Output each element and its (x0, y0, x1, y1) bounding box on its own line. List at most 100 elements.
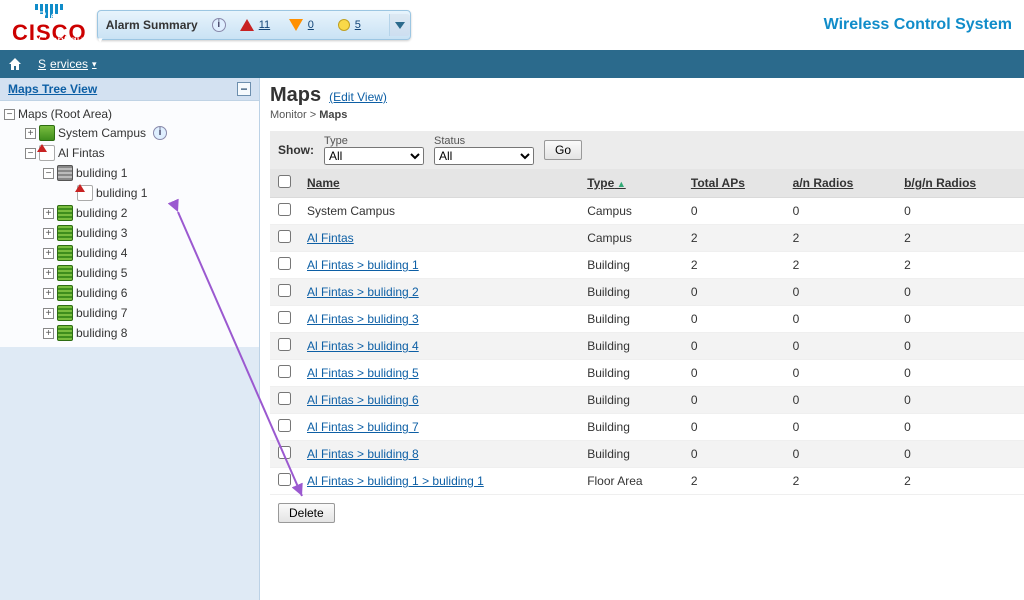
floor-g-icon (57, 325, 73, 341)
col-header-b-g-n-radios[interactable]: b/g/n Radios (896, 169, 1024, 198)
map-link[interactable]: Al Fintas > buliding 3 (307, 312, 419, 326)
cell-bgn: 2 (896, 468, 1024, 495)
table-row: Al Fintas > buliding 2Building000 (270, 279, 1024, 306)
select-all-checkbox[interactable] (278, 175, 291, 188)
alarm-critical[interactable]: 11 (240, 19, 275, 31)
row-checkbox[interactable] (278, 230, 291, 243)
tree-title-link[interactable]: Maps Tree View (8, 82, 97, 96)
collapse-sidebar-button[interactable]: − (237, 82, 251, 96)
row-checkbox[interactable] (278, 311, 291, 324)
map-link[interactable]: Al Fintas > buliding 1 (307, 258, 419, 272)
cell-bgn: 0 (896, 198, 1024, 225)
tree-header: Maps Tree View − (0, 78, 259, 101)
row-checkbox[interactable] (278, 365, 291, 378)
table-row: Al Fintas > buliding 1 > buliding 1 Floor… (270, 468, 1024, 495)
map-link[interactable]: Al Fintas > buliding 4 (307, 339, 419, 353)
expand-toggle-icon[interactable]: − (43, 168, 54, 179)
status-filter-select[interactable]: All (434, 147, 534, 165)
col-header-name[interactable]: Name (299, 169, 579, 198)
alarm-major[interactable]: 0 (289, 19, 324, 31)
row-checkbox[interactable] (278, 203, 291, 216)
tree-node-label: System Campus (58, 126, 146, 140)
table-row: Al Fintas > buliding 1Building222 (270, 252, 1024, 279)
nav-item-services[interactable]: Services ▾ (28, 52, 137, 76)
house-icon (7, 56, 23, 72)
tree-node[interactable]: +buliding 6 (4, 283, 255, 303)
map-link[interactable]: Al Fintas > buliding 7 (307, 420, 419, 434)
expand-toggle-icon[interactable]: + (43, 288, 54, 299)
expand-toggle-icon[interactable]: − (25, 148, 36, 159)
tree-node[interactable]: +buliding 8 (4, 323, 255, 343)
col-header-type[interactable]: Type ▲ (579, 169, 683, 198)
breadcrumb-current: Maps (319, 109, 347, 121)
col-header-a-n-radios[interactable]: a/n Radios (785, 169, 896, 198)
tree-node[interactable]: +buliding 3 (4, 223, 255, 243)
info-icon[interactable]: i (153, 126, 167, 140)
area-red-icon (39, 145, 55, 161)
expand-toggle-icon[interactable]: + (43, 268, 54, 279)
expand-toggle-icon[interactable]: + (43, 328, 54, 339)
edit-view-link[interactable]: (Edit View) (329, 90, 387, 104)
alarm-summary-bar[interactable]: Alarm Summary i 11 0 5 (97, 10, 411, 40)
cell-an: 2 (785, 468, 896, 495)
expand-toggle-icon[interactable]: + (25, 128, 36, 139)
col-header-total-aps[interactable]: Total APs (683, 169, 785, 198)
row-checkbox[interactable] (278, 419, 291, 432)
map-link[interactable]: Al Fintas > buliding 8 (307, 447, 419, 461)
cell-bgn: 0 (896, 387, 1024, 414)
row-checkbox[interactable] (278, 284, 291, 297)
maps-tree-sidebar: Maps Tree View − − Maps (Root Area) + Sys… (0, 78, 260, 600)
nav-item-configure[interactable]: Configure ▾ (28, 28, 137, 52)
tree-node[interactable]: −buliding 1 (4, 163, 255, 183)
row-checkbox[interactable] (278, 473, 291, 486)
breadcrumb: Monitor > Maps (270, 109, 1024, 121)
alarm-minor[interactable]: 5 (338, 19, 371, 31)
cell-type: Building (579, 387, 683, 414)
chevron-down-icon (395, 22, 405, 29)
tree-root-node[interactable]: − Maps (Root Area) (4, 105, 255, 123)
tree-node[interactable]: −Al Fintas (4, 143, 255, 163)
alarm-critical-count: 11 (259, 19, 275, 31)
expand-toggle-icon[interactable]: + (43, 248, 54, 259)
row-checkbox[interactable] (278, 257, 291, 270)
floor-g-icon (57, 205, 73, 221)
cell-aps: 0 (683, 279, 785, 306)
expand-toggle-icon[interactable]: + (43, 228, 54, 239)
cell-type: Building (579, 360, 683, 387)
map-link[interactable]: Al Fintas > buliding 1 > buliding 1 (307, 474, 484, 488)
tree-node[interactable]: +buliding 7 (4, 303, 255, 323)
map-link[interactable]: Al Fintas > buliding 6 (307, 393, 419, 407)
row-checkbox[interactable] (278, 446, 291, 459)
cell-type: Building (579, 279, 683, 306)
tree-node[interactable]: + System Campus i (4, 123, 255, 143)
floor-g-icon (57, 285, 73, 301)
cell-type: Campus (579, 225, 683, 252)
home-icon[interactable] (6, 55, 24, 73)
expand-toggle-icon[interactable]: + (43, 308, 54, 319)
go-button[interactable]: Go (544, 140, 582, 160)
map-link[interactable]: Al Fintas > buliding 2 (307, 285, 419, 299)
top-bar: CISCO Alarm Summary i 11 0 5 Wireless Co… (0, 0, 1024, 50)
table-row: Al Fintas > buliding 6Building000 (270, 387, 1024, 414)
tree-node[interactable]: buliding 1 (4, 183, 255, 203)
tree-node[interactable]: +buliding 4 (4, 243, 255, 263)
cell-name: Al Fintas > buliding 7 (299, 414, 579, 441)
map-link[interactable]: Al Fintas (307, 231, 354, 245)
nav-item-reports[interactable]: Reports ▾ (28, 4, 137, 28)
expand-toggle-icon[interactable]: + (43, 208, 54, 219)
map-link[interactable]: Al Fintas > buliding 5 (307, 366, 419, 380)
page-title: Maps (270, 84, 321, 107)
row-checkbox[interactable] (278, 392, 291, 405)
cell-type: Floor Area (579, 468, 683, 495)
tree-node[interactable]: +buliding 2 (4, 203, 255, 223)
type-filter-select[interactable]: All (324, 147, 424, 165)
cell-aps: 0 (683, 414, 785, 441)
info-icon[interactable]: i (212, 18, 226, 32)
alarm-expand-button[interactable] (389, 14, 410, 36)
cell-an: 0 (785, 198, 896, 225)
delete-button[interactable]: Delete (278, 503, 335, 523)
expand-toggle-icon[interactable]: − (4, 109, 15, 120)
cell-name: Al Fintas (299, 225, 579, 252)
tree-node[interactable]: +buliding 5 (4, 263, 255, 283)
row-checkbox[interactable] (278, 338, 291, 351)
